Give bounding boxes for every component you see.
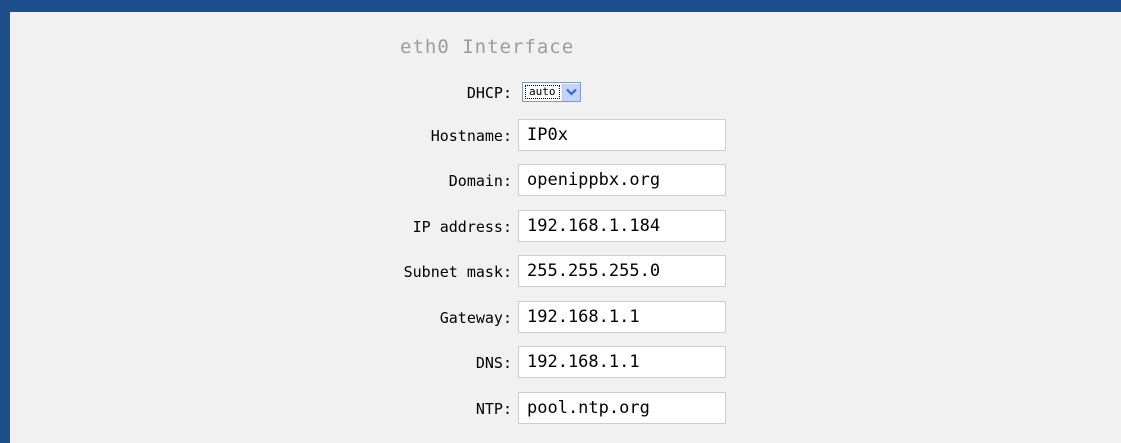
domain-row: Domain: [0,164,1121,198]
dns-input[interactable] [518,346,726,378]
chevron-down-icon[interactable] [561,83,580,101]
ip-address-input[interactable] [518,210,726,242]
dns-label: DNS: [475,354,512,372]
dhcp-label: DHCP: [466,84,512,102]
hostname-row: Hostname: [0,119,1121,153]
domain-input[interactable] [518,164,726,196]
ip-address-label: IP address: [412,218,512,236]
top-border-bar [0,0,1121,12]
ip-address-row: IP address: [0,210,1121,244]
section-title: eth0 Interface [400,36,575,58]
dhcp-select-box[interactable]: auto [522,82,581,102]
subnet-mask-label: Subnet mask: [403,263,512,281]
dhcp-select[interactable]: auto [522,81,581,103]
page-frame: eth0 Interface DHCP: auto Hostname: Doma… [0,0,1121,443]
hostname-label: Hostname: [430,127,512,145]
ntp-row: NTP: [0,392,1121,426]
domain-label: Domain: [448,172,512,190]
subnet-mask-row: Subnet mask: [0,255,1121,289]
gateway-row: Gateway: [0,301,1121,335]
ntp-input[interactable] [518,392,726,424]
dhcp-select-value: auto [525,85,560,99]
gateway-label: Gateway: [439,309,512,327]
subnet-mask-input[interactable] [518,255,726,287]
dns-row: DNS: [0,346,1121,380]
gateway-input[interactable] [518,301,726,333]
dhcp-row: DHCP: auto [0,76,1121,110]
ntp-label: NTP: [475,400,512,418]
hostname-input[interactable] [518,119,726,151]
